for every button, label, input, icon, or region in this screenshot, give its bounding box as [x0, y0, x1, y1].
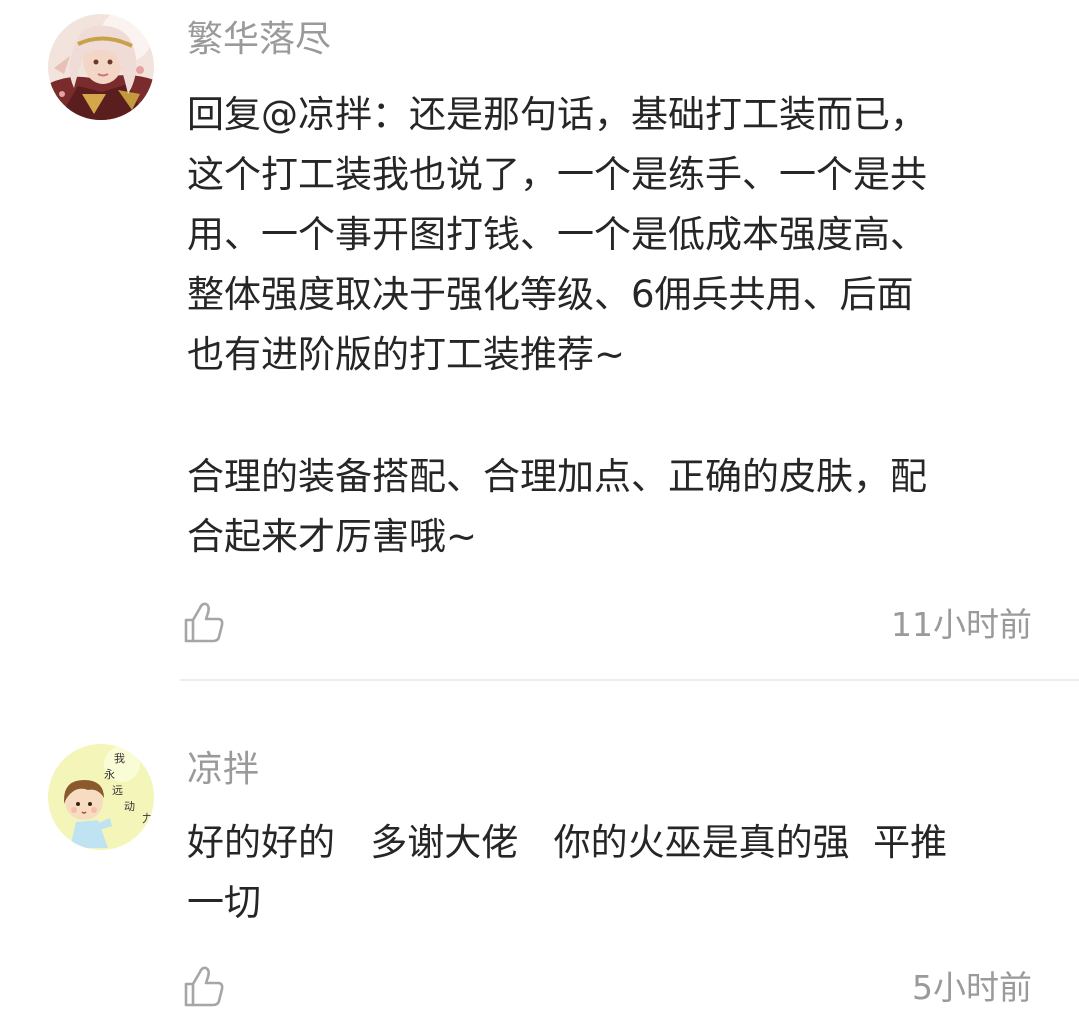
comment-line: 这个打工装我也说了，一个是练手、一个是共	[187, 153, 927, 196]
avatar-char: 永	[104, 767, 115, 781]
thumbs-up-icon	[184, 602, 224, 643]
avatar-char: 动	[124, 800, 135, 813]
comment-line: 合起来才厉害哦~	[187, 515, 478, 558]
username[interactable]: 凉拌	[187, 748, 259, 792]
avatar-char: 我	[114, 752, 125, 765]
comment-line: 回复@凉拌：还是那句话，基础打工装而已，	[187, 93, 927, 136]
thumbs-up-icon	[184, 966, 224, 1007]
comment-text: 好的好的 多谢大佬 你的火巫是真的强 平推 一切	[187, 813, 1047, 933]
comment-line: 合理的装备搭配、合理加点、正确的皮肤，配	[187, 455, 927, 498]
avatar[interactable]: 我 永 远 动 力	[48, 744, 154, 850]
comment-line: 也有进阶版的打工装推荐~	[187, 333, 626, 376]
divider	[180, 679, 1079, 681]
timestamp: 5小时前	[912, 968, 1032, 1007]
comment-line: 一切	[187, 881, 261, 924]
avatar-char: 远	[112, 784, 123, 797]
timestamp: 11小时前	[891, 605, 1032, 644]
username[interactable]: 繁华落尽	[187, 18, 331, 62]
like-button[interactable]	[182, 600, 226, 644]
comment-line: 整体强度取决于强化等级、6佣兵共用、后面	[187, 273, 914, 316]
avatar[interactable]	[48, 14, 154, 120]
comment-line: 好的好的 多谢大佬 你的火巫是真的强 平推	[187, 821, 948, 864]
avatar-char: 力	[142, 812, 153, 825]
comment-line: 用、一个事开图打钱、一个是低成本强度高、	[187, 213, 927, 256]
like-button[interactable]	[182, 964, 226, 1008]
comment-text: 回复@凉拌：还是那句话，基础打工装而已， 这个打工装我也说了，一个是练手、一个是…	[187, 85, 1047, 567]
